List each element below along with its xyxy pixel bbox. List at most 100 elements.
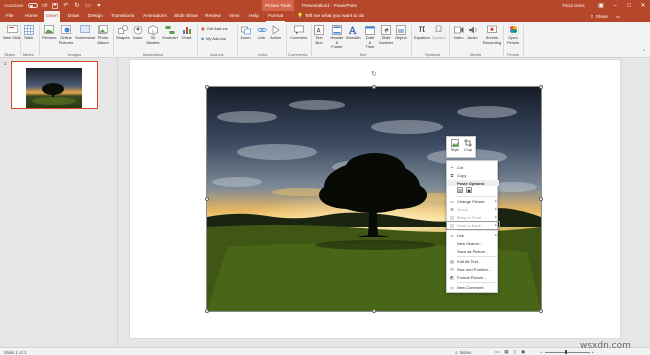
resize-handle-bottom-left[interactable]	[205, 309, 209, 313]
tab-draw[interactable]: Draw	[66, 11, 81, 22]
text-box-button[interactable]: A Text Box	[314, 24, 324, 45]
crop-button[interactable]: Crop	[462, 139, 474, 152]
pictures-label: Pictures	[42, 35, 57, 40]
resize-handle-top-right[interactable]	[539, 85, 543, 89]
online-pictures-button[interactable]: Online Pictures	[58, 24, 74, 45]
comments-button[interactable]: ▭	[616, 14, 620, 20]
notes-button[interactable]: ≡ Notes	[455, 350, 471, 355]
my-addins-button[interactable]: ◆ My Add-ins	[201, 36, 226, 41]
smartart-button[interactable]: SmartArt	[162, 24, 178, 41]
pictures-button[interactable]: Pictures	[42, 24, 56, 41]
smartart-label: SmartArt	[162, 35, 178, 40]
photo-album-button[interactable]: Photo Album	[96, 24, 110, 45]
slide-number-button[interactable]: # Slide Number	[379, 24, 393, 45]
chart-button[interactable]: Chart	[181, 24, 192, 41]
get-addins-button[interactable]: ▣ Get Add-ins	[201, 26, 228, 31]
minimize-icon[interactable]: –	[608, 0, 622, 11]
open-pexels-button[interactable]: Open Pexels	[506, 24, 520, 45]
menu-item-send-to-back[interactable]: ◲ Send to Back ▸	[446, 221, 500, 230]
symbol-button[interactable]: Ω Symbol	[432, 24, 445, 41]
resize-handle-top[interactable]	[372, 85, 376, 89]
tab-animations[interactable]: Animations	[141, 11, 169, 22]
autosave-toggle[interactable]	[27, 3, 38, 8]
text-box-icon: A	[314, 24, 325, 35]
comment-label: Comment	[290, 35, 308, 40]
normal-view-icon[interactable]: ▭	[495, 349, 499, 355]
link-button[interactable]: Link	[256, 24, 267, 41]
tab-home[interactable]: Home	[23, 11, 40, 22]
tab-design[interactable]: Design	[86, 11, 105, 22]
audio-button[interactable]: Audio	[467, 24, 478, 41]
tab-insert[interactable]: Insert	[44, 11, 60, 22]
resize-handle-right[interactable]	[539, 197, 543, 201]
new-slide-button[interactable]: New Slide	[3, 24, 21, 41]
paste-use-theme-icon[interactable]: ▤	[457, 187, 463, 193]
zoom-out-icon[interactable]: –	[540, 350, 543, 355]
menu-item-size-and-position[interactable]: ⊡ Size and Position...	[447, 266, 499, 273]
tab-help[interactable]: Help	[247, 11, 261, 22]
menu-item-new-search[interactable]: New Search...	[447, 240, 499, 247]
save-icon[interactable]	[51, 2, 58, 9]
video-button[interactable]: Video	[453, 24, 464, 41]
menu-item-link[interactable]: ∞ Link ▸	[447, 232, 499, 239]
tab-format[interactable]: Format	[266, 11, 286, 22]
zoom-track[interactable]	[544, 350, 590, 354]
date-time-button[interactable]: Date & Time	[364, 24, 376, 50]
present-icon[interactable]: ▭	[84, 2, 91, 9]
screenshot-button[interactable]: Screenshot	[75, 24, 95, 41]
reading-view-icon[interactable]: ▯	[514, 349, 516, 355]
tab-review[interactable]: Review	[203, 11, 223, 22]
get-addins-label: Get Add-ins	[206, 26, 228, 31]
customize-qat-icon[interactable]: ▾	[95, 2, 102, 9]
3d-models-button[interactable]: 3D Models	[146, 24, 160, 45]
resize-handle-bottom[interactable]	[372, 309, 376, 313]
wordart-button[interactable]: A WordArt	[346, 24, 361, 41]
tab-view[interactable]: View	[227, 11, 241, 22]
header-footer-button[interactable]: Header & Footer	[330, 24, 344, 50]
rotate-handle-icon[interactable]: ↻	[371, 71, 378, 78]
screen-recording-button[interactable]: Screen Recording	[481, 24, 503, 45]
resize-handle-left[interactable]	[205, 197, 209, 201]
icons-button[interactable]: Icons	[132, 24, 143, 41]
share-button[interactable]: ⇪ Share	[590, 14, 608, 20]
menu-item-format-picture[interactable]: ◩ Format Picture...	[447, 274, 499, 281]
object-button[interactable]: Object	[395, 24, 407, 41]
menu-item-cut[interactable]: ✂ Cut	[447, 164, 499, 171]
slide-thumbnail-1[interactable]	[11, 61, 98, 109]
view-buttons: ▭ ▦ ▯ ▣	[495, 349, 525, 355]
user-name[interactable]: Tricia Goss	[562, 3, 585, 8]
collapse-ribbon-icon[interactable]: ⌃	[642, 49, 646, 55]
submenu-arrow-icon: ▸	[495, 223, 497, 228]
style-button[interactable]: Style	[449, 139, 461, 152]
ribbon-display-icon[interactable]: ▣	[594, 0, 608, 11]
equation-button[interactable]: π Equation	[414, 24, 430, 41]
tab-transitions[interactable]: Transitions	[109, 11, 136, 22]
tab-slide-show[interactable]: Slide Show	[172, 11, 200, 22]
resize-handle-bottom-right[interactable]	[539, 309, 543, 313]
close-icon[interactable]: ✕	[636, 0, 650, 11]
slide-sorter-icon[interactable]: ▦	[504, 349, 508, 355]
paste-picture-icon[interactable]: ▣	[466, 187, 472, 193]
table-button[interactable]: Table	[23, 24, 34, 41]
zoom-button[interactable]: Zoom	[240, 24, 251, 41]
redo-icon[interactable]: ↻	[73, 2, 80, 9]
menu-item-group[interactable]: ⊞ Group ▸	[447, 206, 499, 213]
menu-item-save-as-picture[interactable]: Save as Picture...	[447, 248, 499, 255]
menu-item-edit-alt-text[interactable]: ▤ Edit Alt Text...	[447, 258, 499, 265]
shapes-button[interactable]: Shapes	[116, 24, 130, 41]
resize-handle-top-left[interactable]	[205, 85, 209, 89]
action-button[interactable]: Action	[270, 24, 281, 41]
menu-item-new-comment[interactable]: ▭ New Comment	[447, 284, 499, 291]
comment-button[interactable]: Comment	[290, 24, 307, 41]
tab-file[interactable]: File	[4, 11, 16, 22]
menu-item-copy[interactable]: ⧉ Copy	[447, 172, 499, 179]
undo-icon[interactable]: ↶	[62, 2, 69, 9]
window-controls: ▣ – □ ✕	[594, 0, 650, 11]
style-label: Style	[450, 148, 460, 152]
maximize-icon[interactable]: □	[622, 0, 636, 11]
menu-item-bring-to-front[interactable]: ◱ Bring to Front ▸	[447, 214, 499, 221]
wordart-label: WordArt	[346, 35, 361, 40]
tell-me-search[interactable]: 💡 Tell me what you want to do	[297, 11, 364, 22]
menu-item-change-picture[interactable]: ▭ Change Picture ▸	[447, 198, 499, 205]
slide-show-icon[interactable]: ▣	[521, 349, 525, 355]
